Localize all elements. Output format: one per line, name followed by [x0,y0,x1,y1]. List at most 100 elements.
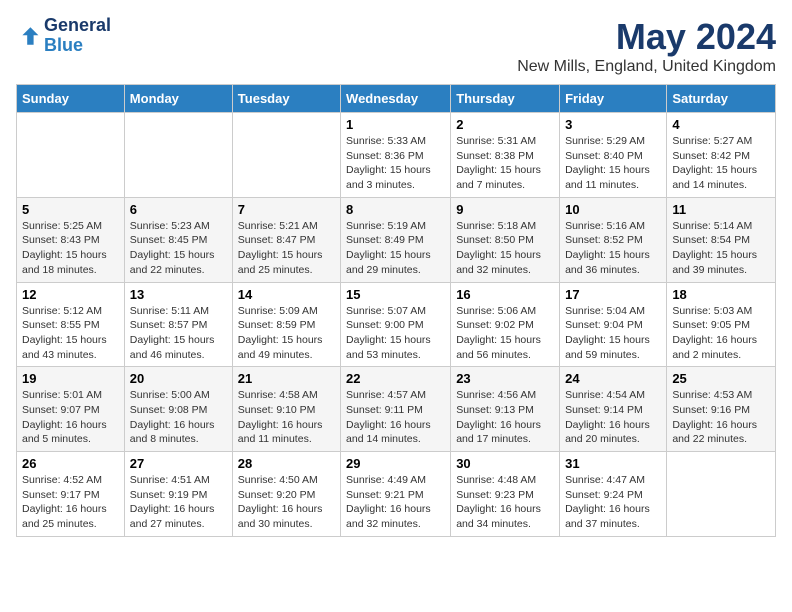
calendar-week-row: 26 Sunrise: 4:52 AM Sunset: 9:17 PM Dayli… [17,452,776,537]
month-title: May 2024 [517,16,776,58]
day-number: 16 [456,287,554,302]
calendar-cell: 16Sunrise: 5:06 AM Sunset: 9:02 PM Dayli… [451,282,560,367]
calendar-cell: 24Sunrise: 4:54 AM Sunset: 9:14 PM Dayli… [560,367,667,452]
calendar-cell: 27 Sunrise: 4:51 AM Sunset: 9:19 PM Dayli… [124,452,232,537]
calendar-cell: 13 Sunrise: 5:11 AM Sunset: 8:57 PM Dayli… [124,282,232,367]
calendar-cell [667,452,776,537]
day-info: Sunrise: 5:00 AM Sunset: 9:08 PM Dayligh… [130,388,227,447]
day-number: 28 [238,456,335,471]
day-info: Sunrise: 5:09 AM Sunset: 8:59 PM Dayligh… [238,304,335,363]
logo-text: General Blue [44,16,111,56]
calendar-week-row: 12Sunrise: 5:12 AM Sunset: 8:55 PM Dayli… [17,282,776,367]
logo: General Blue [16,16,111,56]
day-number: 27 [130,456,227,471]
day-info: Sunrise: 4:48 AM Sunset: 9:23 PM Dayligh… [456,473,554,532]
calendar-cell: 7 Sunrise: 5:21 AM Sunset: 8:47 PM Daylig… [232,197,340,282]
calendar-cell: 2 Sunrise: 5:31 AM Sunset: 8:38 PM Daylig… [451,113,560,198]
day-number: 29 [346,456,445,471]
day-number: 26 [22,456,119,471]
page-header: General Blue May 2024 New Mills, England… [16,16,776,76]
day-info: Sunrise: 5:01 AM Sunset: 9:07 PM Dayligh… [22,388,119,447]
calendar-cell: 1 Sunrise: 5:33 AM Sunset: 8:36 PM Daylig… [341,113,451,198]
day-number: 1 [346,117,445,132]
day-info: Sunrise: 5:18 AM Sunset: 8:50 PM Dayligh… [456,219,554,278]
calendar-cell: 20 Sunrise: 5:00 AM Sunset: 9:08 PM Dayli… [124,367,232,452]
day-number: 7 [238,202,335,217]
day-number: 20 [130,371,227,386]
calendar-cell [232,113,340,198]
calendar-cell: 5 Sunrise: 5:25 AM Sunset: 8:43 PM Daylig… [17,197,125,282]
day-of-week-header: Monday [124,85,232,113]
day-number: 22 [346,371,445,386]
calendar-week-row: 5 Sunrise: 5:25 AM Sunset: 8:43 PM Daylig… [17,197,776,282]
day-info: Sunrise: 5:19 AM Sunset: 8:49 PM Dayligh… [346,219,445,278]
day-info: Sunrise: 5:25 AM Sunset: 8:43 PM Dayligh… [22,219,119,278]
day-info: Sunrise: 5:11 AM Sunset: 8:57 PM Dayligh… [130,304,227,363]
calendar-table: SundayMondayTuesdayWednesdayThursdayFrid… [16,84,776,537]
day-of-week-header: Thursday [451,85,560,113]
calendar-cell: 10 Sunrise: 5:16 AM Sunset: 8:52 PM Dayli… [560,197,667,282]
calendar-cell: 6Sunrise: 5:23 AM Sunset: 8:45 PM Daylig… [124,197,232,282]
day-info: Sunrise: 5:29 AM Sunset: 8:40 PM Dayligh… [565,134,661,193]
calendar-cell: 15 Sunrise: 5:07 AM Sunset: 9:00 PM Dayli… [341,282,451,367]
day-of-week-header: Friday [560,85,667,113]
day-info: Sunrise: 5:03 AM Sunset: 9:05 PM Dayligh… [672,304,770,363]
day-number: 3 [565,117,661,132]
logo-icon [16,24,40,48]
day-info: Sunrise: 5:14 AM Sunset: 8:54 PM Dayligh… [672,219,770,278]
day-number: 15 [346,287,445,302]
day-number: 10 [565,202,661,217]
calendar-cell [17,113,125,198]
day-number: 23 [456,371,554,386]
day-of-week-header: Saturday [667,85,776,113]
day-number: 5 [22,202,119,217]
calendar-cell: 22 Sunrise: 4:57 AM Sunset: 9:11 PM Dayli… [341,367,451,452]
calendar-cell: 31 Sunrise: 4:47 AM Sunset: 9:24 PM Dayli… [560,452,667,537]
day-info: Sunrise: 5:33 AM Sunset: 8:36 PM Dayligh… [346,134,445,193]
day-number: 13 [130,287,227,302]
day-number: 25 [672,371,770,386]
day-info: Sunrise: 4:57 AM Sunset: 9:11 PM Dayligh… [346,388,445,447]
day-info: Sunrise: 4:54 AM Sunset: 9:14 PM Dayligh… [565,388,661,447]
calendar-cell: 28 Sunrise: 4:50 AM Sunset: 9:20 PM Dayli… [232,452,340,537]
title-area: May 2024 New Mills, England, United King… [517,16,776,76]
calendar-cell: 8Sunrise: 5:19 AM Sunset: 8:49 PM Daylig… [341,197,451,282]
day-number: 12 [22,287,119,302]
day-info: Sunrise: 4:50 AM Sunset: 9:20 PM Dayligh… [238,473,335,532]
calendar-cell: 26 Sunrise: 4:52 AM Sunset: 9:17 PM Dayli… [17,452,125,537]
calendar-cell: 12Sunrise: 5:12 AM Sunset: 8:55 PM Dayli… [17,282,125,367]
calendar-cell: 19 Sunrise: 5:01 AM Sunset: 9:07 PM Dayli… [17,367,125,452]
calendar-cell: 25Sunrise: 4:53 AM Sunset: 9:16 PM Dayli… [667,367,776,452]
day-number: 2 [456,117,554,132]
day-info: Sunrise: 4:51 AM Sunset: 9:19 PM Dayligh… [130,473,227,532]
day-number: 9 [456,202,554,217]
day-info: Sunrise: 5:16 AM Sunset: 8:52 PM Dayligh… [565,219,661,278]
calendar-week-row: 19 Sunrise: 5:01 AM Sunset: 9:07 PM Dayli… [17,367,776,452]
calendar-cell: 17Sunrise: 5:04 AM Sunset: 9:04 PM Dayli… [560,282,667,367]
day-number: 19 [22,371,119,386]
calendar-cell: 21Sunrise: 4:58 AM Sunset: 9:10 PM Dayli… [232,367,340,452]
calendar-cell: 9 Sunrise: 5:18 AM Sunset: 8:50 PM Daylig… [451,197,560,282]
day-of-week-header: Wednesday [341,85,451,113]
calendar-header-row: SundayMondayTuesdayWednesdayThursdayFrid… [17,85,776,113]
day-number: 31 [565,456,661,471]
day-info: Sunrise: 4:52 AM Sunset: 9:17 PM Dayligh… [22,473,119,532]
calendar-week-row: 1 Sunrise: 5:33 AM Sunset: 8:36 PM Daylig… [17,113,776,198]
day-info: Sunrise: 4:56 AM Sunset: 9:13 PM Dayligh… [456,388,554,447]
day-number: 14 [238,287,335,302]
day-info: Sunrise: 4:49 AM Sunset: 9:21 PM Dayligh… [346,473,445,532]
day-info: Sunrise: 5:07 AM Sunset: 9:00 PM Dayligh… [346,304,445,363]
calendar-cell: 14 Sunrise: 5:09 AM Sunset: 8:59 PM Dayli… [232,282,340,367]
day-info: Sunrise: 4:47 AM Sunset: 9:24 PM Dayligh… [565,473,661,532]
calendar-cell: 29 Sunrise: 4:49 AM Sunset: 9:21 PM Dayli… [341,452,451,537]
day-number: 6 [130,202,227,217]
calendar-cell: 30Sunrise: 4:48 AM Sunset: 9:23 PM Dayli… [451,452,560,537]
day-number: 17 [565,287,661,302]
day-info: Sunrise: 5:27 AM Sunset: 8:42 PM Dayligh… [672,134,770,193]
calendar-cell: 3 Sunrise: 5:29 AM Sunset: 8:40 PM Daylig… [560,113,667,198]
calendar-cell: 4Sunrise: 5:27 AM Sunset: 8:42 PM Daylig… [667,113,776,198]
calendar-cell: 11Sunrise: 5:14 AM Sunset: 8:54 PM Dayli… [667,197,776,282]
day-number: 18 [672,287,770,302]
day-info: Sunrise: 5:31 AM Sunset: 8:38 PM Dayligh… [456,134,554,193]
day-info: Sunrise: 5:21 AM Sunset: 8:47 PM Dayligh… [238,219,335,278]
